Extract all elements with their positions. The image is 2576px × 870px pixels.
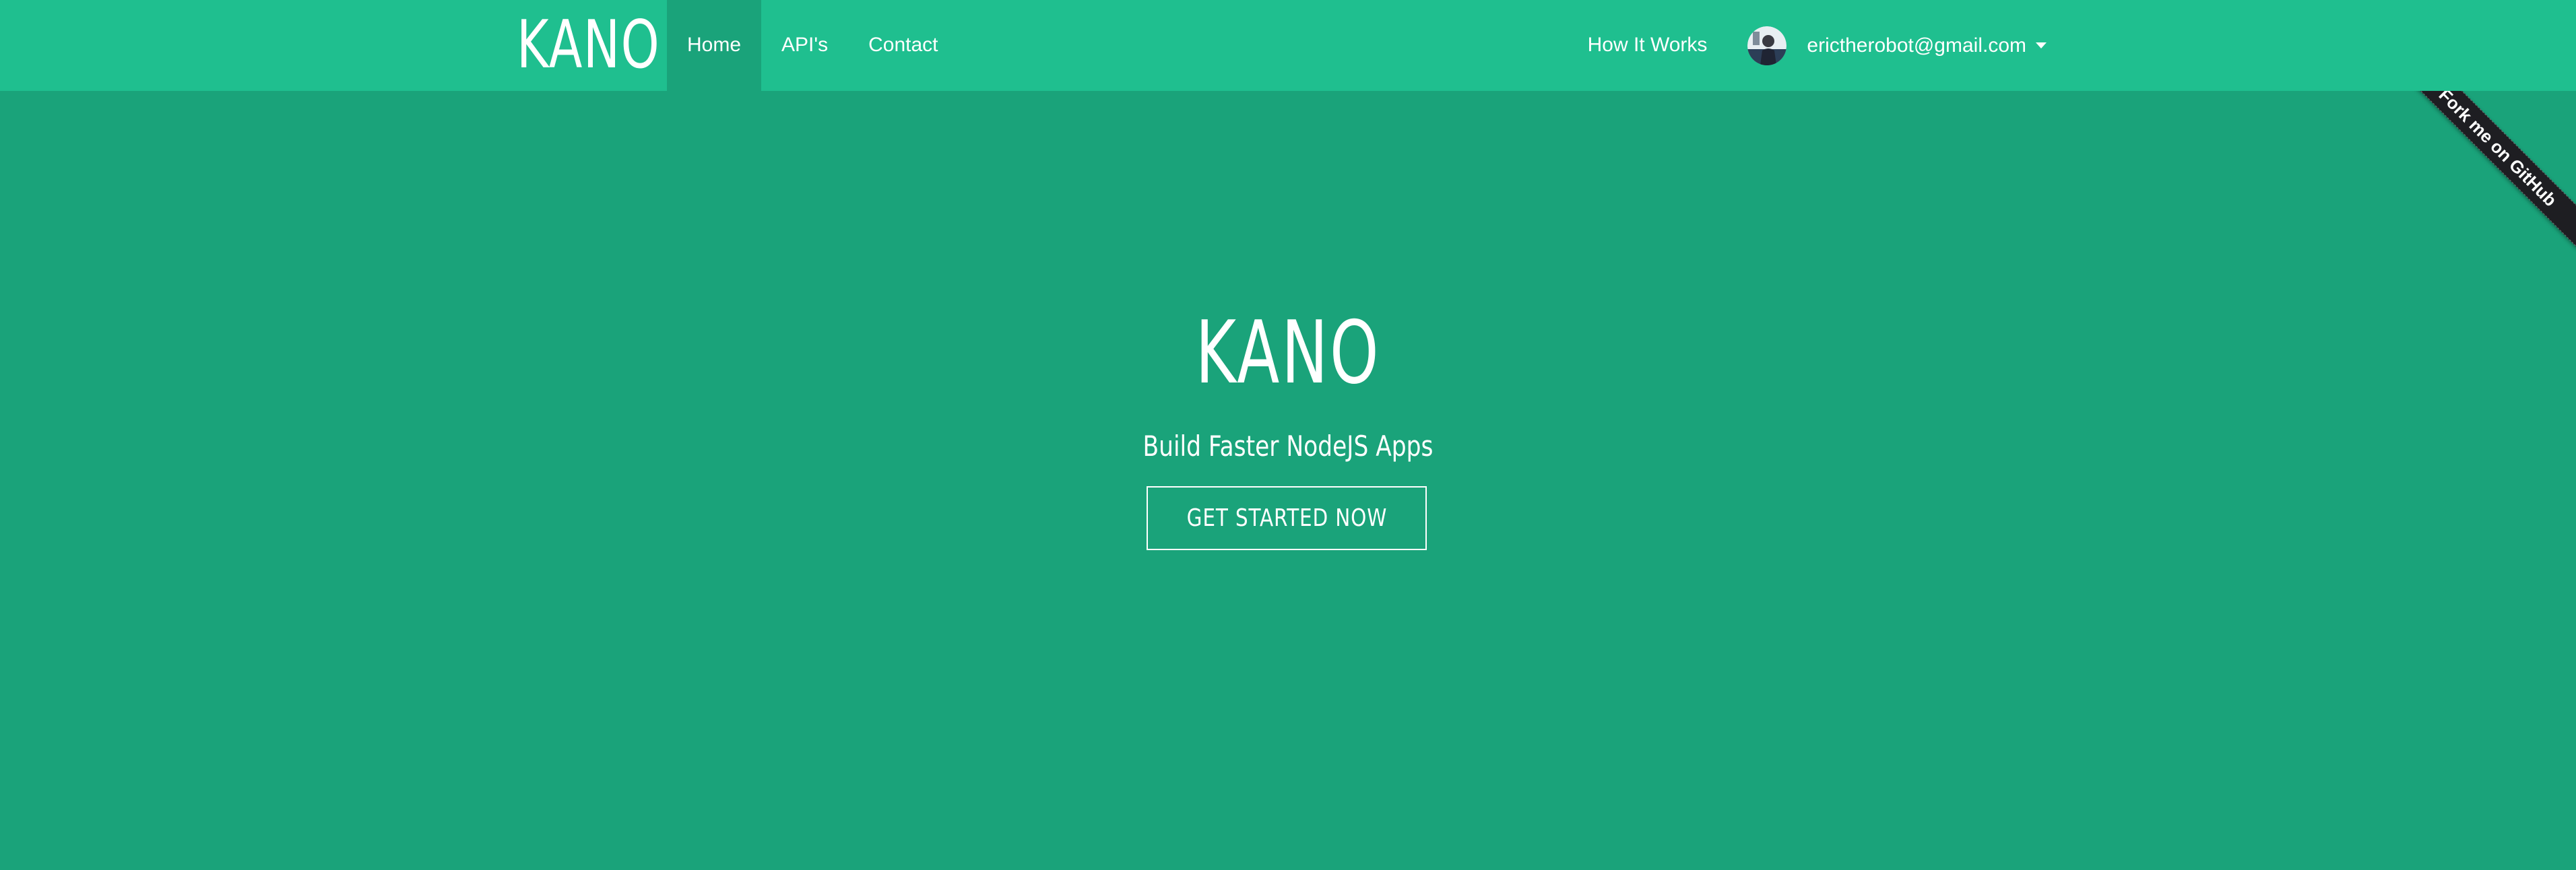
avatar-image-icon [1747,26,1787,65]
nav-primary: Home API's Contact [667,0,959,91]
navbar-container: KANO Home API's Contact How It Works eri… [509,0,2067,91]
fork-on-github-ribbon[interactable]: Fork me on GitHub [2401,91,2576,248]
navbar: KANO Home API's Contact How It Works eri… [0,0,2576,91]
get-started-button[interactable]: GET STARTED NOW [1147,486,1427,550]
user-avatar [1747,26,1787,65]
get-started-label: GET STARTED NOW [1186,504,1387,532]
brand-logo[interactable]: KANO [517,0,660,91]
user-email: erictherobot@gmail.com [1807,34,2026,57]
nav-item-how-it-works[interactable]: How It Works [1568,0,1728,91]
nav-item-apis[interactable]: API's [761,0,848,91]
nav-item-contact[interactable]: Contact [848,0,958,91]
caret-down-icon [2036,42,2047,48]
user-dropdown-toggle[interactable]: erictherobot@gmail.com [1727,0,2067,91]
nav-item-home[interactable]: Home [667,0,762,91]
hero-title: KANO [1195,303,1381,403]
nav-secondary: How It Works erictherobot@gmail.com [1568,0,2067,91]
hero-subtitle: Build Faster NodeJS Apps [1142,430,1434,463]
hero: KANO Build Faster NodeJS Apps GET STARTE… [0,91,2576,870]
page: KANO Home API's Contact How It Works eri… [0,0,2576,870]
github-ribbon-container: Fork me on GitHub [2401,91,2576,266]
